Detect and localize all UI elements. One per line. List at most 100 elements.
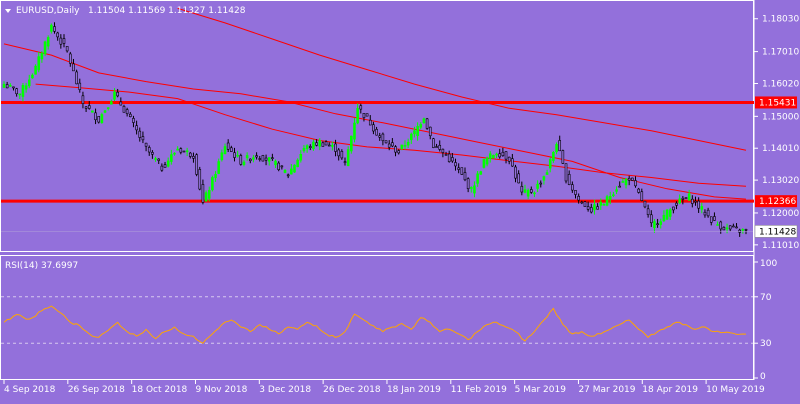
candle-body <box>542 176 546 181</box>
candle <box>479 170 483 175</box>
candle-body <box>703 211 707 216</box>
candle-body <box>529 189 533 193</box>
candle-body <box>46 37 50 47</box>
candle <box>69 51 72 67</box>
rsi-path <box>3 305 747 344</box>
candle-body <box>296 159 299 168</box>
candle <box>248 158 252 164</box>
candle <box>694 196 697 206</box>
candle <box>163 161 167 168</box>
candle <box>233 147 236 162</box>
candle-body <box>700 206 704 210</box>
moving-average-2 <box>35 83 747 187</box>
candle-body <box>656 223 659 226</box>
candle <box>258 156 262 162</box>
candle-body <box>410 133 413 141</box>
candle <box>312 139 315 151</box>
candle <box>37 52 41 73</box>
candle <box>416 122 419 141</box>
candle <box>157 158 161 165</box>
candle <box>656 218 659 228</box>
candle <box>353 117 356 143</box>
candle-body <box>18 93 22 96</box>
candle-body <box>5 84 9 89</box>
candle <box>555 142 558 155</box>
candle <box>302 144 306 153</box>
candle-body <box>113 91 116 100</box>
candle <box>526 188 530 200</box>
rsi-axis: 100 70 30 0 <box>754 259 777 382</box>
candle <box>166 157 170 168</box>
candle <box>185 147 189 157</box>
candle <box>596 203 599 210</box>
candle-body <box>662 214 666 222</box>
candle <box>255 152 258 160</box>
candle-body <box>665 209 669 220</box>
candle-body <box>315 142 318 146</box>
candle <box>59 34 63 49</box>
candle <box>12 86 15 91</box>
candle-body <box>135 125 138 131</box>
candle-body <box>618 185 622 188</box>
candle <box>435 143 438 148</box>
candle-body <box>580 201 584 204</box>
candle <box>327 142 331 147</box>
candle <box>441 148 445 158</box>
candle-body <box>324 141 328 146</box>
candle-body <box>523 189 527 193</box>
time-tick-label: 26 Dec 2018 <box>323 385 381 395</box>
candle <box>346 146 350 167</box>
candle-body <box>552 152 555 161</box>
price-tick-label: 1.18030 <box>762 15 799 25</box>
candle <box>195 153 198 177</box>
candle-body <box>381 133 385 142</box>
candle <box>413 126 416 138</box>
candle-body <box>684 197 688 199</box>
candle-body <box>207 190 211 199</box>
candle-body <box>501 151 505 156</box>
candle <box>391 138 394 148</box>
candle <box>495 152 498 158</box>
candle <box>365 113 369 117</box>
candle <box>649 210 653 227</box>
candle <box>34 64 37 75</box>
candle <box>397 149 400 155</box>
candle <box>520 181 524 196</box>
candle <box>514 164 517 183</box>
candle-body <box>176 148 179 151</box>
candle <box>343 157 347 166</box>
candle-body <box>78 82 82 90</box>
candle-body <box>69 53 72 64</box>
candle-body <box>128 113 132 117</box>
price-axis: 1.18030 1.17010 1.16020 1.15000 1.14010 1.130… <box>754 15 799 251</box>
candle-body <box>713 216 716 221</box>
candle <box>687 189 691 201</box>
candles <box>2 22 748 237</box>
candle <box>125 107 129 117</box>
candle-body <box>116 91 119 97</box>
candle-body <box>394 146 397 153</box>
candle-body <box>612 194 615 197</box>
candle-body <box>195 154 198 175</box>
chart-menu-triangle-icon[interactable] <box>5 9 11 13</box>
candle-body <box>545 172 549 175</box>
candle <box>220 149 224 162</box>
rsi-tick-label: 70 <box>760 293 772 303</box>
ohlc-values: 1.11504 1.11569 1.11327 1.11428 <box>88 6 246 16</box>
candle <box>94 108 97 125</box>
candle-body <box>719 221 723 230</box>
candle-body <box>514 166 517 179</box>
trading-chart[interactable]: 1.18030 1.17010 1.16020 1.15000 1.14010 1.130… <box>0 0 800 400</box>
candle <box>179 147 183 155</box>
candle-body <box>220 152 224 161</box>
candle <box>504 151 508 164</box>
candle <box>615 186 618 195</box>
candle-body <box>214 174 217 179</box>
candle-body <box>201 184 205 203</box>
candle <box>574 190 577 199</box>
candle-body <box>368 119 372 126</box>
candle <box>425 117 429 130</box>
candle <box>46 35 50 50</box>
candle <box>293 164 296 173</box>
candle <box>447 150 451 163</box>
